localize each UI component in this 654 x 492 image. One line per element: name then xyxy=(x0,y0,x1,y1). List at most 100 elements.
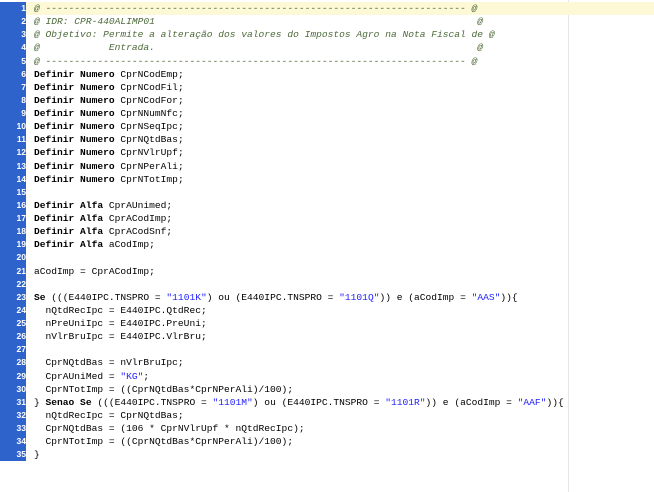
code-line[interactable]: 4 @ Entrada. @ xyxy=(0,41,654,55)
line-number: 7 xyxy=(0,80,26,94)
comment-token: @ --------------------------------------… xyxy=(34,3,478,14)
line-number: 32 xyxy=(0,408,26,423)
line-number: 22 xyxy=(0,277,26,291)
code-line[interactable]: 34 CprNTotImp = ((CprNQtdBas*CprNPerAli)… xyxy=(0,435,654,449)
code-text: Definir Numero CprNSeqIpc; xyxy=(34,120,184,133)
code-text: Definir Numero CprNPerAli; xyxy=(34,160,184,173)
line-number: 31 xyxy=(0,395,26,409)
line-number: 30 xyxy=(0,382,26,396)
comment-token: @ Objetivo: Permite a alteração dos valo… xyxy=(34,29,495,41)
code-text: nPreUniIpc = E440IPC.PreUni; xyxy=(34,317,207,330)
code-text: nVlrBruIpc = E440IPC.VlrBru; xyxy=(34,330,207,343)
code-line[interactable]: 13 Definir Numero CprNPerAli; xyxy=(0,159,654,173)
line-number: 8 xyxy=(0,93,26,108)
line-number: 9 xyxy=(0,107,26,121)
string-token: "1101Q" xyxy=(339,291,380,303)
keyword-token: Definir Alfa xyxy=(34,239,104,251)
line-number: 35 xyxy=(0,448,26,462)
code-token: CprNQtdBas = (106 * CprNVlrUpf * nQtdRec… xyxy=(34,423,305,434)
code-token: CprNNumNfc; xyxy=(114,108,184,119)
code-line[interactable]: 15 xyxy=(0,185,654,199)
keyword-token: Definir Numero xyxy=(34,134,115,146)
code-text: Definir Numero CprNCodFor; xyxy=(34,94,184,107)
line-number: 21 xyxy=(0,264,26,278)
code-line[interactable]: 9 Definir Numero CprNNumNfc; xyxy=(0,107,654,121)
code-line[interactable]: 32 nQtdRecIpc = CprNQtdBas; xyxy=(0,408,654,423)
code-text: CprNQtdBas = (106 * CprNVlrUpf * nQtdRec… xyxy=(34,422,305,435)
code-line[interactable]: 5 @ -------------------------------------… xyxy=(0,54,654,68)
keyword-token: Definir Numero xyxy=(34,108,115,119)
code-line[interactable]: 22 xyxy=(0,277,654,291)
code-line[interactable]: 1 @ -------------------------------------… xyxy=(0,2,654,16)
line-number: 11 xyxy=(0,133,26,147)
code-line[interactable]: 14 Definir Numero CprNTotImp; xyxy=(0,172,654,186)
code-editor[interactable]: 1 @ -------------------------------------… xyxy=(0,0,654,492)
code-line[interactable]: 30 CprNTotImp = ((CprNQtdBas*CprNPerAli)… xyxy=(0,382,654,396)
line-number: 3 xyxy=(0,28,26,42)
code-token: CprAUnimed; xyxy=(103,199,173,211)
code-text: @ IDR: CPR-440ALIMP01 @ xyxy=(34,15,483,28)
code-text: Definir Alfa CprAUnimed; xyxy=(34,199,172,212)
code-line[interactable]: 21 aCodImp = CprACodImp; xyxy=(0,264,654,278)
code-text: nQtdRecIpc = CprNQtdBas; xyxy=(34,409,184,422)
code-line[interactable]: 23 Se (((E440IPC.TNSPRO = "1101K") ou (E4… xyxy=(0,290,654,304)
keyword-token: Definir Numero xyxy=(34,173,115,185)
code-token: CprNTotImp = ((CprNQtdBas*CprNPerAli)/10… xyxy=(34,436,294,448)
code-text: Definir Alfa CprACodImp; xyxy=(34,212,172,225)
code-lines[interactable]: 1 @ -------------------------------------… xyxy=(0,2,654,462)
string-token: "1101R" xyxy=(385,396,426,408)
code-line[interactable]: 20 xyxy=(0,251,654,265)
code-line[interactable]: 12 Definir Numero CprNVlrUpf; xyxy=(0,146,654,160)
keyword-token: Definir Numero xyxy=(34,121,115,133)
code-line[interactable]: 19 Definir Alfa aCodImp; xyxy=(0,238,654,252)
code-token: nVlrBruIpc = E440IPC.VlrBru; xyxy=(34,331,207,343)
code-text: CprAUniMed = "KG"; xyxy=(34,370,150,383)
code-token: )){ xyxy=(500,291,518,303)
code-line[interactable]: 2 @ IDR: CPR-440ALIMP01 @ xyxy=(0,15,654,29)
code-text: CprNTotImp = ((CprNQtdBas*CprNPerAli)/10… xyxy=(34,383,294,396)
code-line[interactable]: 29 CprAUniMed = "KG"; xyxy=(0,369,654,383)
string-token: "KG" xyxy=(120,370,144,382)
code-text: CprNTotImp = ((CprNQtdBas*CprNPerAli)/10… xyxy=(34,435,294,448)
line-number: 4 xyxy=(0,41,26,55)
code-token: CprNTotImp; xyxy=(114,173,184,185)
keyword-token: Definir Numero xyxy=(34,68,115,80)
code-line[interactable]: 33 CprNQtdBas = (106 * CprNVlrUpf * nQtd… xyxy=(0,422,654,436)
code-line[interactable]: 24 nQtdRecIpc = E440IPC.QtdRec; xyxy=(0,303,654,318)
code-text: Definir Numero CprNTotImp; xyxy=(34,173,184,186)
code-line[interactable]: 11 Definir Numero CprNQtdBas; xyxy=(0,133,654,147)
code-line[interactable]: 17 Definir Alfa CprACodImp; xyxy=(0,212,654,226)
line-number: 18 xyxy=(0,225,26,239)
code-line[interactable]: 31} Senao Se (((E440IPC.TNSPRO = "1101M"… xyxy=(0,395,654,409)
code-line[interactable]: 8 Definir Numero CprNCodFor; xyxy=(0,93,654,108)
code-line[interactable]: 26 nVlrBruIpc = E440IPC.VlrBru; xyxy=(0,330,654,344)
code-token: aCodImp; xyxy=(103,239,155,251)
code-line[interactable]: 18 Definir Alfa CprACodSnf; xyxy=(0,225,654,239)
code-text: CprNQtdBas = nVlrBruIpc; xyxy=(34,356,184,369)
line-number: 17 xyxy=(0,212,26,226)
code-text: @ Entrada. @ xyxy=(34,41,483,54)
keyword-token: Definir Numero xyxy=(34,81,115,93)
code-line[interactable]: 25 nPreUniIpc = E440IPC.PreUni; xyxy=(0,317,654,331)
keyword-token: Definir Alfa xyxy=(34,199,104,211)
code-line[interactable]: 35} xyxy=(0,448,654,462)
code-line[interactable]: 28 CprNQtdBas = nVlrBruIpc; xyxy=(0,356,654,370)
line-number: 13 xyxy=(0,159,26,173)
code-line[interactable]: 6 Definir Numero CprNCodEmp; xyxy=(0,67,654,81)
code-line[interactable]: 3 @ Objetivo: Permite a alteração dos val… xyxy=(0,28,654,42)
code-token: nQtdRecIpc = CprNQtdBas; xyxy=(34,409,184,421)
line-number: 6 xyxy=(0,67,26,81)
code-token: CprNVlrUpf; xyxy=(114,147,184,159)
line-number: 20 xyxy=(0,251,26,265)
code-line[interactable]: 10 Definir Numero CprNSeqIpc; xyxy=(0,120,654,134)
code-line[interactable]: 16 Definir Alfa CprAUnimed; xyxy=(0,198,654,213)
code-line[interactable]: 27 xyxy=(0,343,654,357)
code-text: Definir Alfa aCodImp; xyxy=(34,238,155,251)
code-token: CprNQtdBas; xyxy=(114,134,184,146)
code-token: CprAUniMed = xyxy=(34,370,121,382)
code-line[interactable]: 7 Definir Numero CprNCodFil; xyxy=(0,80,654,94)
code-token: CprNSeqIpc; xyxy=(114,121,184,133)
code-token: } xyxy=(34,396,46,408)
line-number: 29 xyxy=(0,369,26,383)
code-token: nQtdRecIpc = E440IPC.QtdRec; xyxy=(34,304,207,316)
